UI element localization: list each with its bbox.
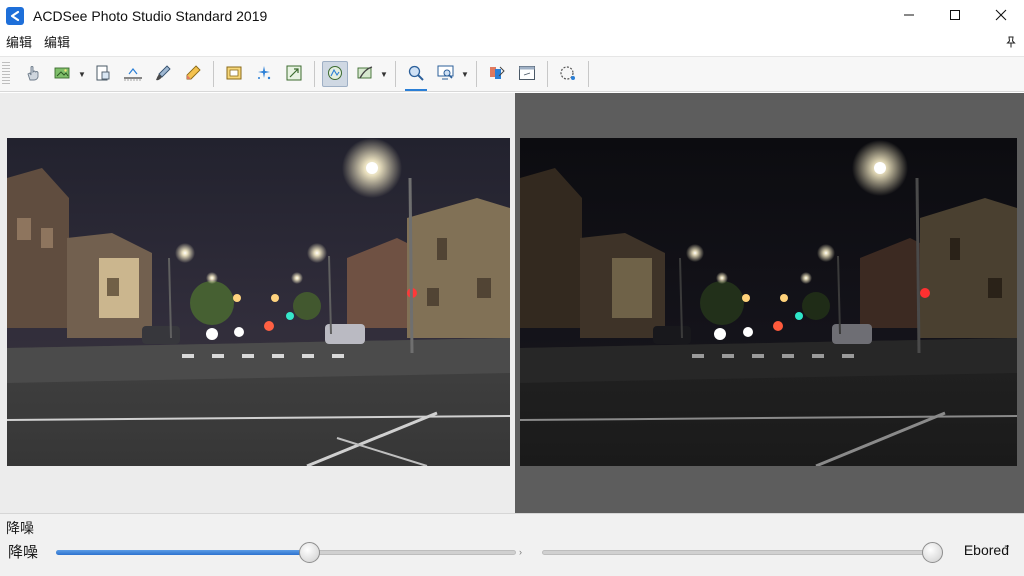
minimize-button[interactable] <box>886 0 932 32</box>
window-button[interactable] <box>514 61 540 87</box>
filter-icon <box>325 63 345 86</box>
noise-reduction-slider[interactable]: › <box>56 542 522 563</box>
zoom-button[interactable] <box>403 61 429 91</box>
hand-pointer-icon <box>23 63 43 86</box>
toolbar-grip[interactable] <box>2 62 10 86</box>
monitor-dropdown[interactable]: ▼ <box>461 61 469 87</box>
slider-thumb[interactable] <box>922 542 943 563</box>
close-button[interactable] <box>978 0 1024 32</box>
rotate-page-button[interactable] <box>90 61 116 87</box>
pin-icon[interactable] <box>1006 36 1016 51</box>
crop-frame-button[interactable] <box>221 61 247 87</box>
maximize-button[interactable] <box>932 0 978 32</box>
photo-tag-button[interactable] <box>50 61 76 87</box>
brush-button[interactable] <box>150 61 176 87</box>
straighten-button[interactable] <box>120 61 146 87</box>
window-title: ACDSee Photo Studio Standard 2019 <box>33 8 268 24</box>
photo-tag-icon <box>53 63 73 86</box>
menu-item-edit[interactable]: 编辑 <box>0 32 38 54</box>
strength-slider[interactable] <box>542 542 943 563</box>
slider-end-icon: › <box>519 547 522 557</box>
menu-bar: 编辑 编辑 <box>0 32 1024 54</box>
toolbar-separator <box>547 61 548 87</box>
toolbar: ▼ ▼ ▼ <box>0 56 1024 92</box>
brush-stroke-button[interactable] <box>352 61 378 87</box>
after-pane <box>515 93 1024 513</box>
toolbar-separator <box>476 61 477 87</box>
brush-stroke-icon <box>355 63 375 86</box>
filter-button[interactable] <box>322 61 348 87</box>
after-photo[interactable] <box>520 138 1017 466</box>
window-icon <box>517 63 537 86</box>
title-bar: ACDSee Photo Studio Standard 2019 <box>0 0 1024 32</box>
slider-fill <box>56 550 309 555</box>
window-controls <box>886 0 1024 32</box>
hand-pointer-button[interactable] <box>20 61 46 87</box>
toolbar-separator <box>314 61 315 87</box>
minimize-icon <box>903 9 915 24</box>
pencil-button[interactable] <box>180 61 206 87</box>
brush-stroke-dropdown[interactable]: ▼ <box>380 61 388 87</box>
slider-track[interactable] <box>542 550 932 555</box>
monitor-icon <box>436 63 456 86</box>
before-pane <box>0 93 515 513</box>
straighten-icon <box>122 63 144 86</box>
menu-item-edit-2[interactable]: 编辑 <box>38 32 76 54</box>
sparkle-icon <box>254 63 274 86</box>
photo-tag-dropdown[interactable]: ▼ <box>78 61 86 87</box>
acdsee-logo-icon <box>6 7 24 25</box>
selection-button[interactable] <box>555 61 581 87</box>
sparkle-button[interactable] <box>251 61 277 87</box>
crop-frame-icon <box>224 63 244 86</box>
toolbar-separator <box>395 61 396 87</box>
brush-icon <box>153 63 173 86</box>
slider-value-label: Eboređ <box>963 542 1009 558</box>
selection-icon <box>557 63 579 86</box>
before-photo[interactable] <box>7 138 510 466</box>
panel-title: 降噪 <box>6 520 34 536</box>
maximize-icon <box>949 9 961 24</box>
slider-thumb[interactable] <box>299 542 320 563</box>
resize-icon <box>284 63 304 86</box>
comparison-view <box>0 93 1024 513</box>
noise-slider-label: 降噪 <box>8 544 39 561</box>
color-picker-icon <box>487 63 507 86</box>
close-icon <box>995 9 1007 24</box>
noise-reduction-panel: 降噪 降噪 › Eboređ <box>0 513 1024 576</box>
toolbar-separator <box>213 61 214 87</box>
toolbar-separator <box>588 61 589 87</box>
resize-button[interactable] <box>281 61 307 87</box>
zoom-icon <box>406 63 426 86</box>
monitor-button[interactable] <box>433 61 459 87</box>
rotate-page-icon <box>93 63 113 86</box>
color-picker-button[interactable] <box>484 61 510 87</box>
pencil-icon <box>183 63 203 86</box>
